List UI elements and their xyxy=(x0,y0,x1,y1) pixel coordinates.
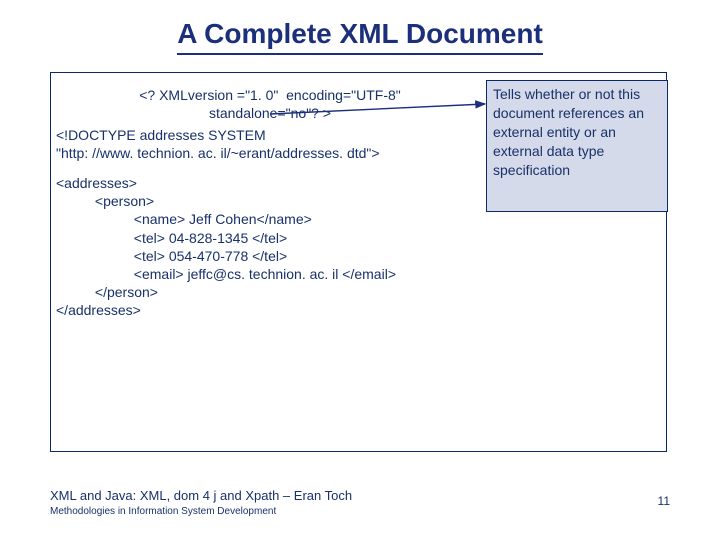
person-close: </person> xyxy=(95,284,158,300)
xml-body: <addresses> <person> <name> Jeff Cohen</… xyxy=(56,174,396,320)
addresses-close: </addresses> xyxy=(56,302,141,318)
person-open: <person> xyxy=(95,193,154,209)
addresses-open: <addresses> xyxy=(56,175,137,191)
page-number: 11 xyxy=(658,494,670,508)
tel-element-2: <tel> 054-470-778 </tel> xyxy=(134,248,287,264)
doctype-declaration: <!DOCTYPE addresses SYSTEM "http: //www.… xyxy=(56,126,380,162)
doctype-line2: "http: //www. technion. ac. il/~erant/ad… xyxy=(56,145,380,161)
name-element: <name> Jeff Cohen</name> xyxy=(134,211,312,227)
slide-title: A Complete XML Document xyxy=(177,18,543,55)
footer-main: XML and Java: XML, dom 4 j and Xpath – E… xyxy=(50,488,352,503)
tel-element-1: <tel> 04-828-1345 </tel> xyxy=(134,230,287,246)
pointer-arrow-icon xyxy=(230,100,490,130)
email-element: <email> jeffc@cs. technion. ac. il </ema… xyxy=(134,266,396,282)
footer-subtitle: Methodologies in Information System Deve… xyxy=(50,506,276,517)
callout-text: Tells whether or not this document refer… xyxy=(493,86,644,178)
callout-box: Tells whether or not this document refer… xyxy=(486,80,668,212)
